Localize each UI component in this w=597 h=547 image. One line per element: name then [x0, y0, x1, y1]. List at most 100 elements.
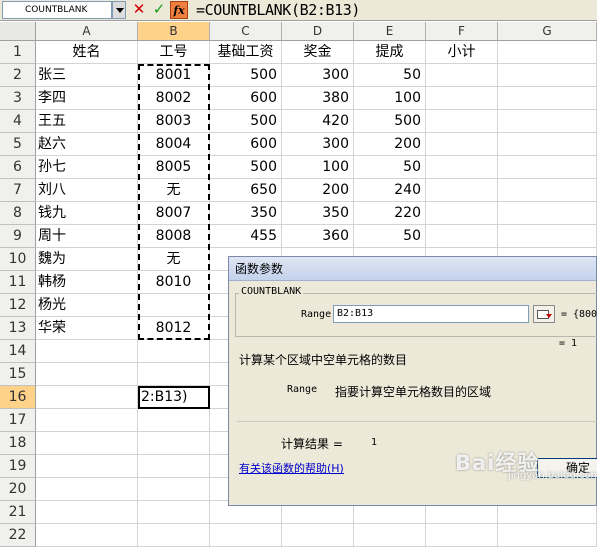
range-input[interactable]: B2:B13: [333, 305, 529, 323]
cell-f8[interactable]: [426, 202, 498, 225]
row-header-10[interactable]: 10: [0, 248, 36, 271]
cell-g2[interactable]: [498, 64, 597, 87]
cell-a19[interactable]: [36, 455, 138, 478]
cell-d22[interactable]: [282, 524, 354, 547]
row-header-4[interactable]: 4: [0, 110, 36, 133]
column-header-g[interactable]: G: [498, 22, 597, 41]
cell-e3[interactable]: 100: [354, 87, 426, 110]
cell-d2[interactable]: 300: [282, 64, 354, 87]
cell-b3[interactable]: 8002: [138, 87, 210, 110]
cell-b4[interactable]: 8003: [138, 110, 210, 133]
cell-g9[interactable]: [498, 225, 597, 248]
row-header-13[interactable]: 13: [0, 317, 36, 340]
cell-d1[interactable]: 奖金: [282, 41, 354, 64]
cell-f3[interactable]: [426, 87, 498, 110]
row-header-11[interactable]: 11: [0, 271, 36, 294]
cell-c6[interactable]: 500: [210, 156, 282, 179]
cell-a5[interactable]: 赵六: [36, 133, 138, 156]
row-header-3[interactable]: 3: [0, 87, 36, 110]
cell-f5[interactable]: [426, 133, 498, 156]
cell-a6[interactable]: 孙七: [36, 156, 138, 179]
cell-a20[interactable]: [36, 478, 138, 501]
cell-b5[interactable]: 8004: [138, 133, 210, 156]
cell-b12[interactable]: [138, 294, 210, 317]
cell-b20[interactable]: [138, 478, 210, 501]
cell-a14[interactable]: [36, 340, 138, 363]
column-header-c[interactable]: C: [210, 22, 282, 41]
insert-function-icon[interactable]: fx: [170, 1, 188, 19]
cell-g22[interactable]: [498, 524, 597, 547]
column-header-e[interactable]: E: [354, 22, 426, 41]
cell-a11[interactable]: 韩杨: [36, 271, 138, 294]
cell-a21[interactable]: [36, 501, 138, 524]
cell-b14[interactable]: [138, 340, 210, 363]
cell-d6[interactable]: 100: [282, 156, 354, 179]
cell-a1[interactable]: 姓名: [36, 41, 138, 64]
cell-a13[interactable]: 华荣: [36, 317, 138, 340]
row-header-19[interactable]: 19: [0, 455, 36, 478]
row-header-12[interactable]: 12: [0, 294, 36, 317]
cell-c9[interactable]: 455: [210, 225, 282, 248]
row-header-17[interactable]: 17: [0, 409, 36, 432]
row-header-1[interactable]: 1: [0, 41, 36, 64]
cell-b15[interactable]: [138, 363, 210, 386]
cell-c22[interactable]: [210, 524, 282, 547]
cell-e6[interactable]: 50: [354, 156, 426, 179]
cell-b21[interactable]: [138, 501, 210, 524]
cell-f4[interactable]: [426, 110, 498, 133]
row-header-21[interactable]: 21: [0, 501, 36, 524]
name-box-dropdown-icon[interactable]: [112, 1, 126, 19]
cell-g5[interactable]: [498, 133, 597, 156]
cell-c8[interactable]: 350: [210, 202, 282, 225]
cell-c1[interactable]: 基础工资: [210, 41, 282, 64]
row-header-14[interactable]: 14: [0, 340, 36, 363]
cell-g8[interactable]: [498, 202, 597, 225]
row-header-15[interactable]: 15: [0, 363, 36, 386]
cell-a18[interactable]: [36, 432, 138, 455]
cell-b8[interactable]: 8007: [138, 202, 210, 225]
cell-b2[interactable]: 8001: [138, 64, 210, 87]
cell-e1[interactable]: 提成: [354, 41, 426, 64]
collapse-dialog-icon[interactable]: [533, 305, 555, 323]
cell-b10[interactable]: 无: [138, 248, 210, 271]
cell-g4[interactable]: [498, 110, 597, 133]
row-header-20[interactable]: 20: [0, 478, 36, 501]
cell-c3[interactable]: 600: [210, 87, 282, 110]
cell-e8[interactable]: 220: [354, 202, 426, 225]
row-header-2[interactable]: 2: [0, 64, 36, 87]
cell-f6[interactable]: [426, 156, 498, 179]
cell-d5[interactable]: 300: [282, 133, 354, 156]
cell-c7[interactable]: 650: [210, 179, 282, 202]
cell-g3[interactable]: [498, 87, 597, 110]
cell-b7[interactable]: 无: [138, 179, 210, 202]
cell-c5[interactable]: 600: [210, 133, 282, 156]
cell-e7[interactable]: 240: [354, 179, 426, 202]
row-header-22[interactable]: 22: [0, 524, 36, 547]
cell-e5[interactable]: 200: [354, 133, 426, 156]
cell-b6[interactable]: 8005: [138, 156, 210, 179]
cell-e22[interactable]: [354, 524, 426, 547]
row-header-18[interactable]: 18: [0, 432, 36, 455]
cell-a9[interactable]: 周十: [36, 225, 138, 248]
enter-icon[interactable]: ✓: [150, 1, 168, 19]
cell-b18[interactable]: [138, 432, 210, 455]
formula-input[interactable]: =COUNTBLANK(B2:B13): [196, 2, 360, 19]
cell-a2[interactable]: 张三: [36, 64, 138, 87]
cell-a4[interactable]: 王五: [36, 110, 138, 133]
cell-c2[interactable]: 500: [210, 64, 282, 87]
cell-e2[interactable]: 50: [354, 64, 426, 87]
cell-a15[interactable]: [36, 363, 138, 386]
cell-f22[interactable]: [426, 524, 498, 547]
column-header-a[interactable]: A: [36, 22, 138, 41]
cell-a10[interactable]: 魏为: [36, 248, 138, 271]
cell-a3[interactable]: 李四: [36, 87, 138, 110]
column-header-f[interactable]: F: [426, 22, 498, 41]
cell-d7[interactable]: 200: [282, 179, 354, 202]
cell-f2[interactable]: [426, 64, 498, 87]
select-all-corner[interactable]: [0, 22, 36, 41]
active-cell-b16[interactable]: 2:B13): [138, 386, 210, 409]
cell-d3[interactable]: 380: [282, 87, 354, 110]
cell-f7[interactable]: [426, 179, 498, 202]
cell-a7[interactable]: 刘八: [36, 179, 138, 202]
row-header-8[interactable]: 8: [0, 202, 36, 225]
